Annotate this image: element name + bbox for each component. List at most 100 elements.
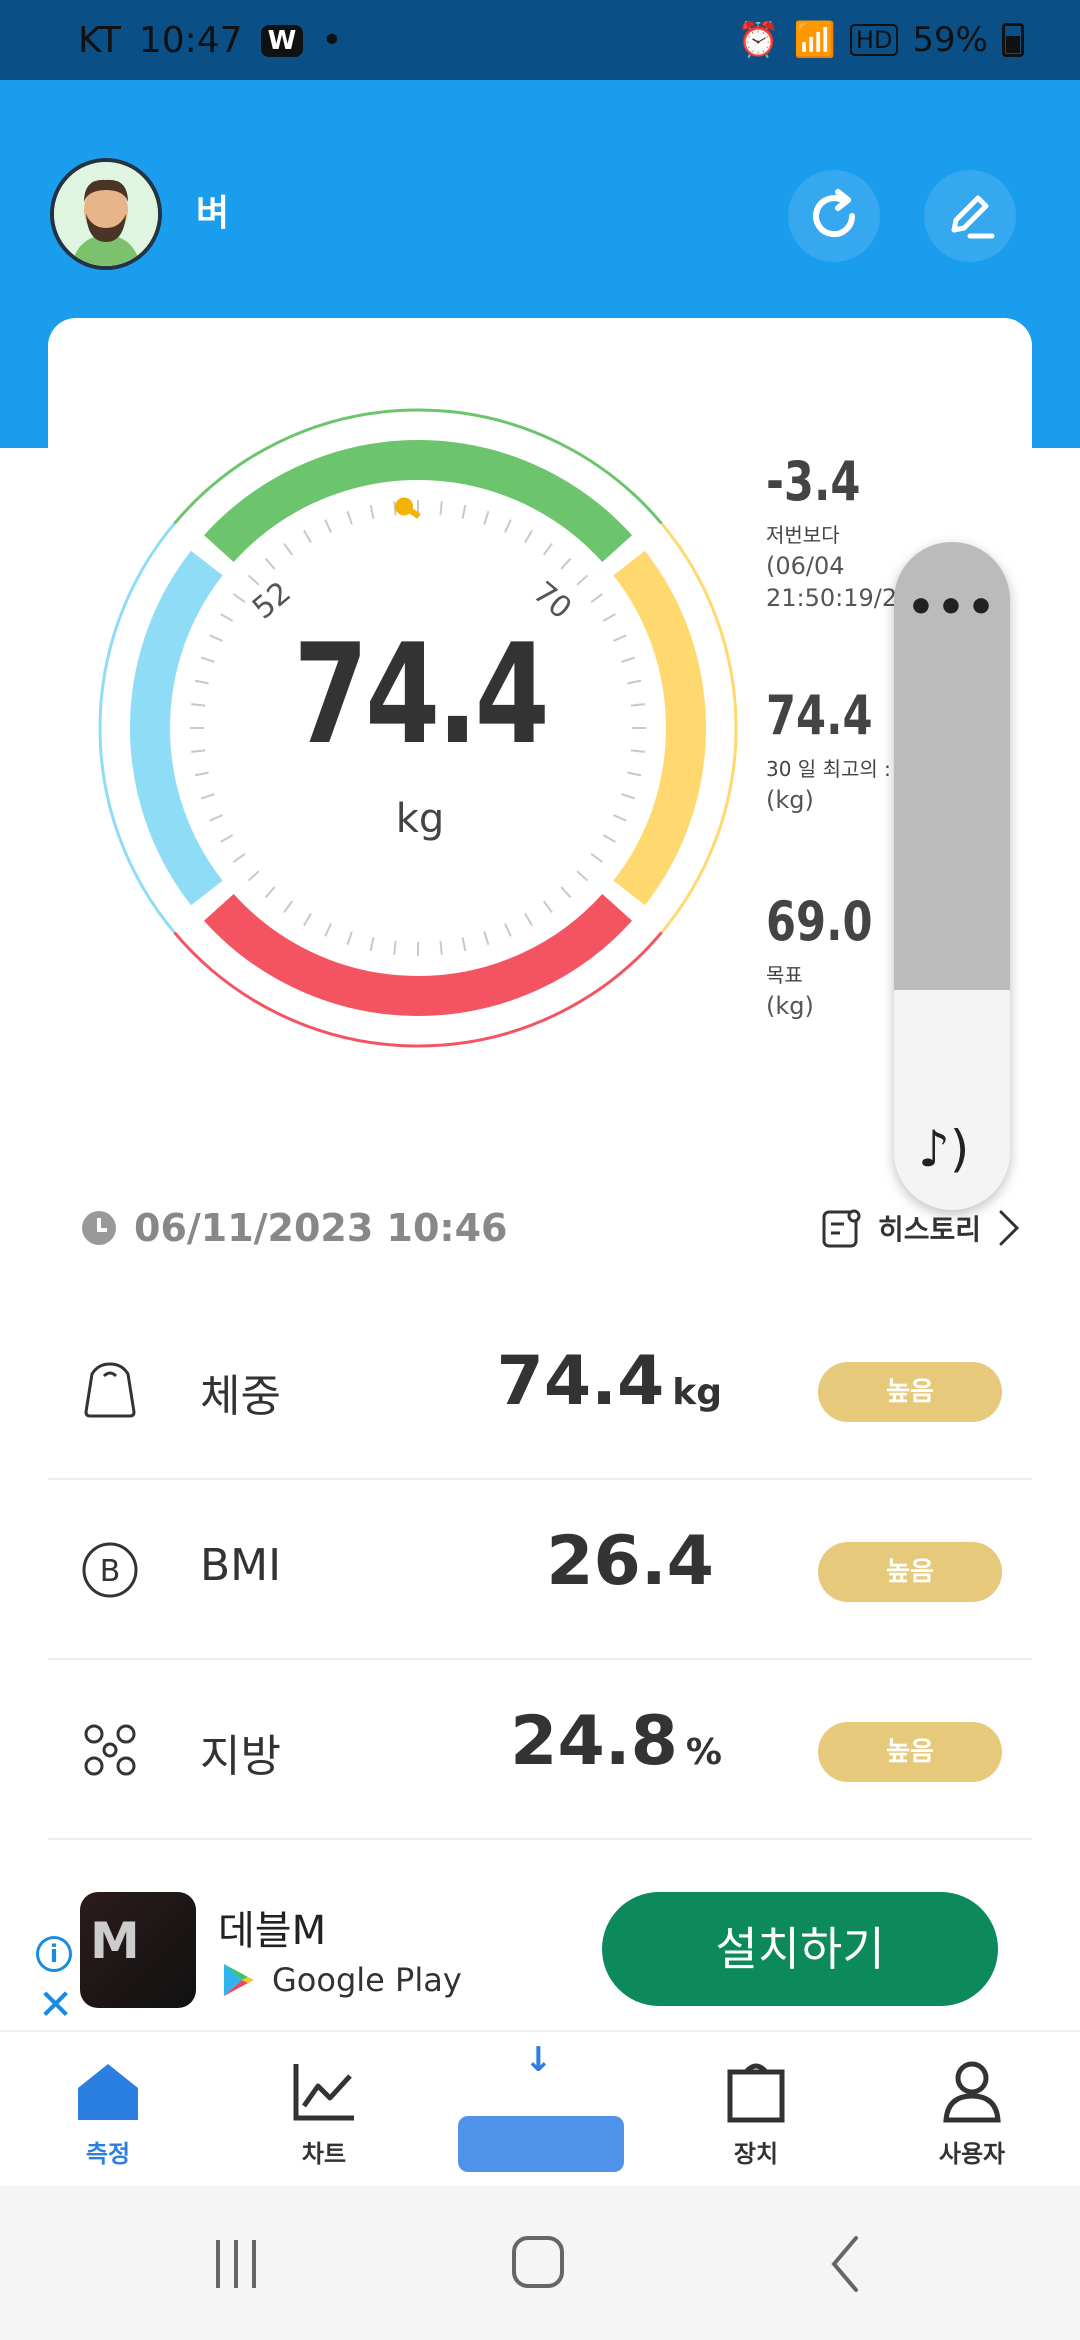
metric-value-number: 24.8 xyxy=(510,1702,678,1781)
clock-icon xyxy=(82,1211,116,1245)
gauge-tick xyxy=(232,852,246,863)
gauge-tick xyxy=(283,900,294,914)
gauge-tick xyxy=(602,613,616,622)
gauge-tick xyxy=(439,940,443,955)
system-nav-bar xyxy=(0,2186,1080,2340)
gauge-tick xyxy=(194,679,209,685)
gauge-tick xyxy=(393,940,397,955)
app-badge-icon: W xyxy=(260,24,304,57)
metric-value-number: 26.4 xyxy=(546,1522,714,1601)
gauge-tick xyxy=(247,574,260,586)
ad-close-icon[interactable]: ✕ xyxy=(38,1980,73,2029)
nav-item-measure[interactable]: 측정 xyxy=(38,2058,178,2169)
ad-app-icon[interactable]: M xyxy=(80,1892,196,2008)
gauge-value: 74.4 xyxy=(293,614,549,775)
gauge-tick xyxy=(590,593,604,604)
back-icon[interactable] xyxy=(816,2234,876,2294)
more-options-icon[interactable]: ••• xyxy=(894,582,1010,633)
refresh-button[interactable] xyxy=(788,170,880,262)
gauge-tick xyxy=(194,771,209,777)
scale-button[interactable] xyxy=(458,2116,624,2172)
notification-dot-icon: • xyxy=(321,20,343,61)
gauge-tick xyxy=(369,937,375,952)
gauge-tick xyxy=(209,634,223,642)
sound-panel[interactable]: ••• ♪) xyxy=(894,542,1010,1210)
gauge-tick xyxy=(542,900,553,914)
history-label: 히스토리 xyxy=(878,1213,982,1246)
refresh-icon xyxy=(813,189,856,238)
nav-item-chart[interactable]: 차트 xyxy=(254,2058,394,2169)
nav-label: 사용자 xyxy=(938,2140,1006,2168)
chart-icon xyxy=(293,2064,354,2121)
gauge-tick xyxy=(504,923,512,937)
status-badge: 높음 xyxy=(818,1722,1002,1782)
bottom-nav: 측정 차트 ↓ 장치 사용자 xyxy=(0,2030,1080,2186)
nav-label: 장치 xyxy=(733,2140,779,2168)
gauge-tick xyxy=(346,931,353,946)
ad-store: Google Play xyxy=(218,1960,462,2000)
status-badge: 높음 xyxy=(818,1362,1002,1422)
gauge-tick xyxy=(324,923,332,937)
edit-button[interactable] xyxy=(924,170,1016,262)
weight-icon xyxy=(84,1362,136,1418)
metric-value-number: 74.4 xyxy=(496,1342,665,1421)
nav-label: 측정 xyxy=(85,2140,131,2168)
gauge-tick xyxy=(630,749,645,753)
gauge-pointer-icon xyxy=(395,497,421,519)
install-button[interactable]: 설치하기 xyxy=(602,1892,998,2006)
gauge-tick xyxy=(303,530,312,544)
metric-row-fat[interactable]: 지방 24.8% 높음 xyxy=(48,1660,1032,1840)
metric-name: 체중 xyxy=(200,1371,281,1422)
app-logo-glyph: M xyxy=(90,1912,140,1970)
gauge-tick xyxy=(461,937,467,952)
gauge-tick xyxy=(264,557,276,570)
clock-time: 10:47 xyxy=(138,20,243,61)
battery-level: 59% xyxy=(912,20,988,60)
metric-row-weight[interactable]: 체중 74.4 kg 높음 xyxy=(48,1300,1032,1480)
hd-badge: HD xyxy=(849,24,899,56)
nav-item-user[interactable]: 사용자 xyxy=(902,2058,1042,2169)
gauge-tick xyxy=(542,542,553,556)
metric-row-bmi[interactable]: B BMI 26.4 높음 xyxy=(48,1480,1032,1660)
measurement-datetime: 06/11/2023 10:46 xyxy=(134,1206,508,1250)
music-sound-icon[interactable]: ♪) xyxy=(918,1120,969,1178)
gauge-tick xyxy=(439,501,443,516)
user-icon xyxy=(943,2061,1001,2123)
svg-text:B: B xyxy=(100,1554,121,1589)
history-link[interactable]: 히스토리 xyxy=(820,1206,1023,1250)
gauge-tick xyxy=(200,793,215,800)
metric-value: 26.4 xyxy=(546,1522,722,1601)
gauge-tick xyxy=(627,679,642,685)
carrier: KT xyxy=(78,20,121,61)
user-name[interactable]: 벼 xyxy=(196,184,229,236)
gauge-tick xyxy=(483,510,490,525)
gauge-tick xyxy=(220,613,234,622)
home-nav-icon[interactable] xyxy=(508,2232,568,2292)
metric-value: 74.4 kg xyxy=(497,1342,723,1421)
sync-arrow-icon[interactable]: ↓ xyxy=(524,2040,553,2080)
gauge-tick xyxy=(560,557,572,570)
wifi-icon: 📶 xyxy=(793,20,836,60)
gauge-tick xyxy=(560,886,572,899)
gauge-tick xyxy=(576,574,589,586)
ad-banner[interactable]: i ✕ M 데블M Google Play 설치하기 xyxy=(0,1870,1080,2030)
avatar[interactable] xyxy=(50,158,162,270)
store-name: Google Play xyxy=(272,1961,462,1999)
gauge-tick xyxy=(613,814,627,822)
metric-name: BMI xyxy=(200,1540,282,1591)
chevron-right-icon xyxy=(999,1210,1020,1246)
nav-item-device[interactable]: 장치 xyxy=(686,2058,826,2169)
pencil-icon xyxy=(951,195,995,239)
recent-apps-icon[interactable] xyxy=(206,2234,266,2294)
status-bar: KT 10:47 W • ⏰ 📶 HD 59% xyxy=(0,0,1080,80)
nav-label: 차트 xyxy=(301,2140,347,2168)
gauge-tick xyxy=(461,504,467,519)
ad-app-name[interactable]: 데블M xyxy=(218,1898,326,1956)
device-icon xyxy=(727,2063,785,2123)
gauge-tick xyxy=(621,793,636,800)
gauge-tick xyxy=(220,834,234,843)
gauge-tick xyxy=(209,814,223,822)
metric-name: 지방 xyxy=(200,1731,281,1782)
user-avatar-icon xyxy=(54,162,158,266)
ad-info-icon[interactable]: i xyxy=(36,1936,72,1972)
